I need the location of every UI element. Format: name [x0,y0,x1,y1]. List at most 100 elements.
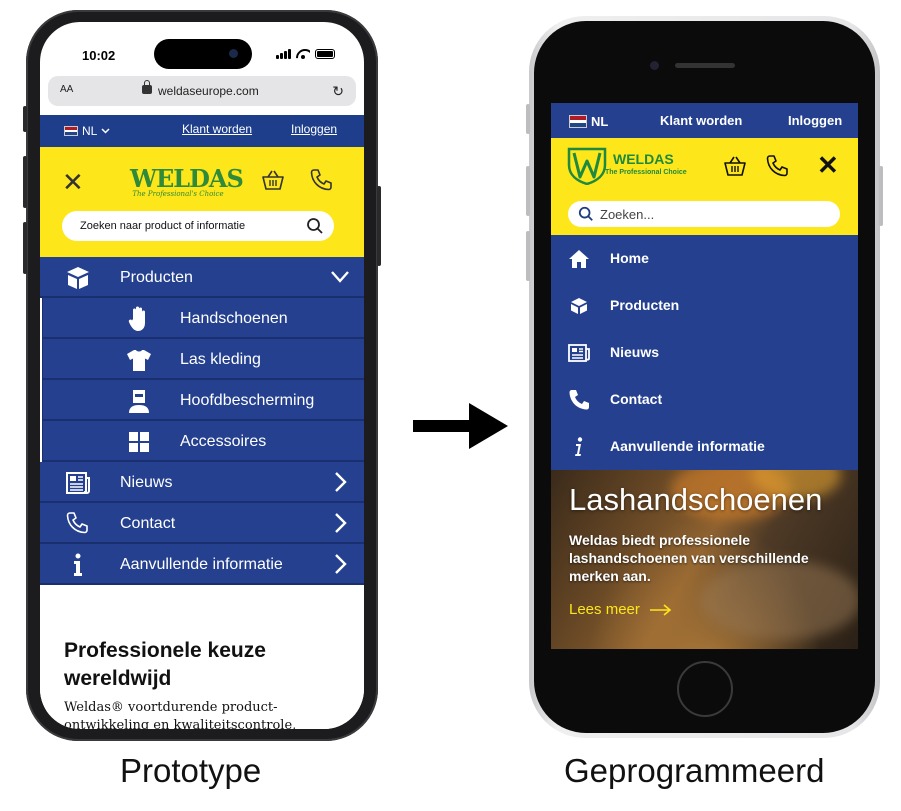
submenu-item-handschoenen[interactable]: Handschoenen [42,298,364,339]
chevron-right-icon[interactable] [330,471,350,493]
home-button[interactable] [677,661,733,717]
action-button [23,106,27,132]
submenu-item-accessoires[interactable]: Accessoires [42,421,364,462]
language-selector[interactable]: NL [64,124,110,138]
content-body: Weldas® voortdurende product-ontwikkelin… [64,700,297,729]
language-label: NL [82,124,98,138]
battery-icon [315,49,335,59]
phone-icon[interactable] [764,153,790,179]
phone-icon [569,390,589,410]
chevron-down-icon [101,128,110,134]
hero-text: Weldas biedt professionele lashandschoen… [569,532,809,584]
programmed-screen: NL Klant worden Inloggen WELDAS The Prof… [551,103,858,649]
earpiece-speaker [675,63,735,68]
menu-item-contact[interactable]: Contact [40,503,364,544]
become-customer-link[interactable]: Klant worden [182,122,252,136]
navigation-menu: Producten Handschoenen Las kleding Hoofd… [40,257,364,585]
menu-item-contact[interactable]: Contact [551,376,858,423]
arrow-right-icon [413,403,508,449]
become-customer-link[interactable]: Klant worden [660,113,742,128]
weldas-shield-icon [567,147,607,185]
lock-icon [142,80,152,94]
navigation-menu: Home Producten Nieuws Contact Aanvullend… [551,235,858,470]
search-placeholder: Zoeken... [600,207,655,222]
dutch-flag-icon [569,115,587,128]
basket-icon[interactable] [723,155,747,177]
arrow-right-icon [649,603,672,616]
shirt-icon [127,350,151,371]
menu-item-producten[interactable]: Producten [40,257,364,298]
text-size-button[interactable]: AA [60,84,73,95]
search-icon[interactable] [578,206,594,222]
phone-icon[interactable] [308,167,334,193]
language-label: NL [591,114,609,129]
caption-programmed: Geprogrammeerd [564,752,825,789]
power-button [879,166,883,226]
status-icons [276,49,335,59]
menu-item-nieuws[interactable]: Nieuws [40,462,364,503]
hero-title: Lashandschoenen [569,482,823,517]
weldas-logo[interactable]: WELDAS The Professional Choice [567,147,697,185]
grid-icon [129,432,149,452]
volume-down-button [23,222,27,274]
volume-up-button [526,166,530,216]
chevron-right-icon[interactable] [330,512,350,534]
menu-item-aanvullende-informatie[interactable]: Aanvullende informatie [551,423,858,470]
weldas-logo[interactable]: WELDAS The Professional's Choice [130,164,244,200]
phone-icon [66,512,88,534]
info-icon [74,553,82,576]
info-icon [575,437,583,456]
chevron-right-icon[interactable] [330,553,350,575]
programmed-phone: NL Klant worden Inloggen WELDAS The Prof… [526,16,883,738]
dutch-flag-icon [64,126,78,136]
language-selector[interactable]: NL [569,114,608,129]
prototype-screen: 10:02 AA weldaseurope.com ↻ NL Klant wor… [40,22,364,729]
cellular-signal-icon [276,49,291,59]
login-link[interactable]: Inloggen [291,122,337,136]
welding-helmet-icon [129,390,149,413]
browser-address-bar[interactable]: AA weldaseurope.com ↻ [48,76,356,106]
reload-icon[interactable]: ↻ [332,83,344,100]
front-camera [650,61,659,70]
top-bar: NL Klant worden Inloggen [40,115,364,147]
menu-item-home[interactable]: Home [551,235,858,282]
submenu-item-las-kleding[interactable]: Las kleding [42,339,364,380]
login-link[interactable]: Inloggen [788,113,842,128]
prototype-phone: 10:02 AA weldaseurope.com ↻ NL Klant wor… [23,10,381,741]
home-icon [569,250,589,268]
close-menu-icon[interactable]: ✕ [817,152,839,178]
mute-switch [526,104,530,134]
site-header: WELDAS The Professional Choice ✕ Zoeken.… [551,138,858,235]
volume-up-button [23,156,27,208]
read-more-link[interactable]: Lees meer [569,601,672,618]
close-menu-icon[interactable]: ✕ [62,169,84,195]
menu-item-nieuws[interactable]: Nieuws [551,329,858,376]
content-heading: Professionele keuze wereldwijd [64,639,266,690]
hero-banner: Lashandschoenen Weldas biedt professione… [551,470,858,649]
volume-down-button [526,231,530,281]
url-text[interactable]: weldaseurope.com [158,84,259,98]
basket-icon[interactable] [261,169,285,191]
site-header: ✕ WELDAS The Professional's Choice Zoeke… [40,147,364,257]
search-input[interactable]: Zoeken naar product of informatie [62,211,334,241]
page-content: Professionele keuze wereldwijd Weldas® v… [40,585,364,729]
top-bar: NL Klant worden Inloggen [551,103,858,138]
box-icon [67,267,89,289]
newspaper-icon [66,472,90,494]
submenu-item-hoofdbescherming[interactable]: Hoofdbescherming [42,380,364,421]
caption-prototype: Prototype [120,752,262,789]
box-icon [571,298,587,314]
search-icon[interactable] [306,217,324,235]
menu-item-aanvullende-informatie[interactable]: Aanvullende informatie [40,544,364,585]
search-input[interactable]: Zoeken... [568,201,840,227]
glove-icon [128,306,145,331]
wifi-icon [296,49,310,59]
status-time: 10:02 [82,48,116,63]
newspaper-icon [568,344,590,362]
search-placeholder: Zoeken naar product of informatie [80,220,246,232]
status-bar: 10:02 [40,22,364,69]
menu-item-producten[interactable]: Producten [551,282,858,329]
dynamic-island [154,39,252,69]
chevron-down-icon[interactable] [330,266,350,288]
power-button [377,186,381,266]
